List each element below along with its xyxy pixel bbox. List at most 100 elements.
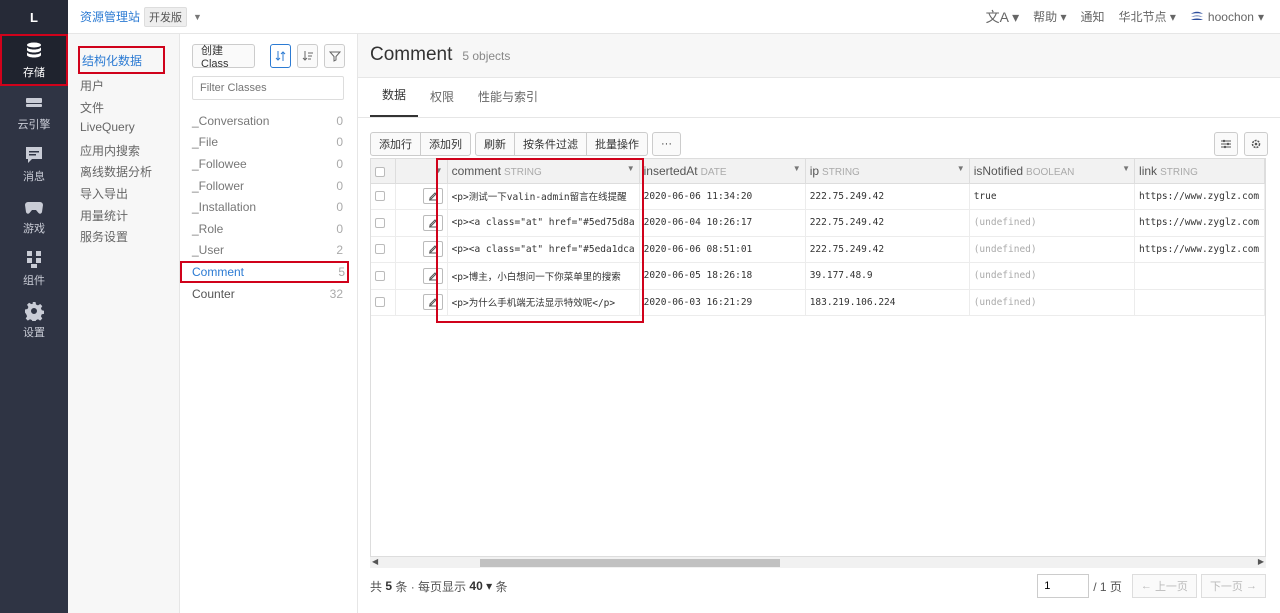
cell-ip[interactable]: 222.75.249.42 <box>805 183 970 210</box>
batch-operation-button[interactable]: 批量操作 <box>586 132 648 156</box>
cell-insertedat[interactable]: 2020-06-06 11:34:20 <box>639 183 806 210</box>
sort-asc-icon[interactable] <box>270 44 292 68</box>
cell-comment[interactable]: <p>测试一下valin-admin留言在线提醒 <box>447 183 640 210</box>
row-checkbox[interactable] <box>375 191 385 202</box>
row-checkbox[interactable] <box>375 244 385 255</box>
cell-insertedat[interactable]: 2020-06-05 18:26:18 <box>639 262 806 290</box>
class-item-active[interactable]: Comment 5 <box>180 261 349 283</box>
sort-desc-icon[interactable] <box>297 44 319 68</box>
page-input[interactable] <box>1037 574 1090 598</box>
cell-ip[interactable]: 222.75.249.42 <box>805 209 970 237</box>
app-switch-chevron-icon[interactable]: ▼ <box>193 12 202 22</box>
condition-filter-button[interactable]: 按条件过滤 <box>514 132 587 156</box>
class-item[interactable]: _Role 0 <box>192 218 345 240</box>
cell-link[interactable]: https://www.zyglz.com <box>1134 209 1265 237</box>
class-item[interactable]: _User 2 <box>192 240 345 262</box>
cell-ip[interactable]: 183.219.106.224 <box>805 289 970 316</box>
cell-insertedat[interactable]: 2020-06-06 08:51:01 <box>639 236 806 263</box>
rail-item-engine[interactable]: 云引擎 <box>0 86 68 138</box>
notify-link[interactable]: 通知 <box>1081 8 1105 25</box>
chevron-down-icon[interactable]: ▼ <box>793 164 801 173</box>
app-name-link[interactable]: 资源管理站 <box>80 8 140 25</box>
class-item[interactable]: _Conversation 0 <box>192 110 345 132</box>
chevron-down-icon[interactable]: ▼ <box>627 164 635 173</box>
cell-link[interactable]: https://www.zyglz.com <box>1134 183 1265 210</box>
nav-item-usage[interactable]: 用量统计 <box>68 204 179 226</box>
create-class-button[interactable]: 创建 Class <box>192 44 256 70</box>
cell-comment[interactable]: <p><a class="at" href="#5eda1dca <box>447 236 640 263</box>
filter-classes-input[interactable] <box>192 76 344 100</box>
nav-item-livequery[interactable]: LiveQuery <box>68 117 179 139</box>
class-item[interactable]: _Followee 0 <box>192 153 345 175</box>
edit-icon[interactable] <box>422 241 443 258</box>
scrollbar-thumb[interactable] <box>480 559 780 567</box>
edit-icon[interactable] <box>422 294 443 311</box>
cell-link[interactable] <box>1134 262 1265 290</box>
cell-isnotified[interactable]: (undefined) <box>969 289 1136 316</box>
rail-item-components[interactable]: 组件 <box>0 242 68 294</box>
filter-icon[interactable] <box>324 44 345 68</box>
tab-permissions[interactable]: 权限 <box>418 88 466 117</box>
edit-icon[interactable] <box>422 267 443 284</box>
tab-indexes[interactable]: 性能与索引 <box>466 88 550 117</box>
row-checkbox[interactable] <box>375 297 385 308</box>
cell-comment[interactable]: <p>为什么手机端无法显示特效呢</p> <box>447 289 640 316</box>
next-page-button[interactable]: 下一页 → <box>1200 574 1266 598</box>
horizontal-scrollbar[interactable]: ◀ ▶ <box>370 556 1266 568</box>
row-checkbox[interactable] <box>375 270 385 281</box>
add-column-button[interactable]: 添加列 <box>420 132 471 156</box>
rail-item-settings[interactable]: 设置 <box>0 294 68 346</box>
more-button[interactable]: ··· <box>652 132 681 156</box>
nav-item-files[interactable]: 文件 <box>68 96 179 118</box>
cell-isnotified[interactable]: true <box>969 183 1136 210</box>
chevron-down-icon[interactable]: ▼ <box>957 164 965 173</box>
class-item[interactable]: _File 0 <box>192 132 345 154</box>
select-all-checkbox[interactable] <box>375 166 385 177</box>
nav-item-users[interactable]: 用户 <box>68 74 179 96</box>
rail-item-game[interactable]: 游戏 <box>0 190 68 242</box>
gear-icon[interactable] <box>1244 132 1268 156</box>
per-page-select[interactable]: 40 ▾ <box>469 579 492 593</box>
nav-item-offline-analytics[interactable]: 离线数据分析 <box>68 160 179 182</box>
chevron-down-icon[interactable]: ▼ <box>1122 164 1130 173</box>
column-header-comment[interactable]: comment STRING ▼ <box>447 159 640 184</box>
class-item[interactable]: Counter 32 <box>192 283 345 305</box>
column-header-insertedat[interactable]: insertedAt DATE ▼ <box>639 159 806 184</box>
cell-comment[interactable]: <p>博主，小白想问一下你菜单里的搜索 <box>447 262 640 290</box>
cell-link[interactable] <box>1134 289 1265 316</box>
rail-item-storage[interactable]: 存储 <box>0 34 68 86</box>
column-header-link[interactable]: link STRING <box>1134 159 1265 184</box>
tab-data[interactable]: 数据 <box>370 86 419 117</box>
nav-item-structured-data[interactable]: 结构化数据 <box>78 46 165 74</box>
column-header-ip[interactable]: ip STRING ▼ <box>805 159 970 184</box>
column-header-isnotified[interactable]: isNotified BOOLEAN ▼ <box>969 159 1136 184</box>
class-item[interactable]: _Follower 0 <box>192 175 345 197</box>
cell-insertedat[interactable]: 2020-06-03 16:21:29 <box>639 289 806 316</box>
user-menu[interactable]: hoochon ▾ <box>1190 10 1264 24</box>
edit-icon[interactable] <box>422 214 443 231</box>
nav-item-search[interactable]: 应用内搜索 <box>68 139 179 161</box>
cell-isnotified[interactable]: (undefined) <box>969 209 1136 237</box>
translate-icon[interactable]: 文A ▾ <box>986 7 1019 27</box>
cell-insertedat[interactable]: 2020-06-04 10:26:17 <box>639 209 806 237</box>
region-menu[interactable]: 华北节点 ▾ <box>1119 8 1176 25</box>
cell-comment[interactable]: <p><a class="at" href="#5ed75d8a <box>447 209 640 237</box>
app-logo[interactable]: L <box>0 0 68 34</box>
cell-ip[interactable]: 39.177.48.9 <box>805 262 970 290</box>
chevron-down-icon[interactable]: ▼ <box>435 166 443 175</box>
help-menu[interactable]: 帮助 ▾ <box>1033 8 1066 25</box>
cell-ip[interactable]: 222.75.249.42 <box>805 236 970 263</box>
refresh-button[interactable]: 刷新 <box>475 132 515 156</box>
cell-link[interactable]: https://www.zyglz.com <box>1134 236 1265 263</box>
edit-icon[interactable] <box>422 188 443 205</box>
scroll-right-icon[interactable]: ▶ <box>1258 557 1264 566</box>
rail-item-message[interactable]: 消息 <box>0 138 68 190</box>
class-item[interactable]: _Installation 0 <box>192 196 345 218</box>
prev-page-button[interactable]: ← 上一页 <box>1131 574 1197 598</box>
nav-item-import-export[interactable]: 导入导出 <box>68 182 179 204</box>
column-settings-icon[interactable] <box>1214 132 1238 156</box>
nav-item-service-settings[interactable]: 服务设置 <box>68 225 179 247</box>
cell-isnotified[interactable]: (undefined) <box>969 236 1136 263</box>
scroll-left-icon[interactable]: ◀ <box>372 557 378 566</box>
add-row-button[interactable]: 添加行 <box>370 132 421 156</box>
